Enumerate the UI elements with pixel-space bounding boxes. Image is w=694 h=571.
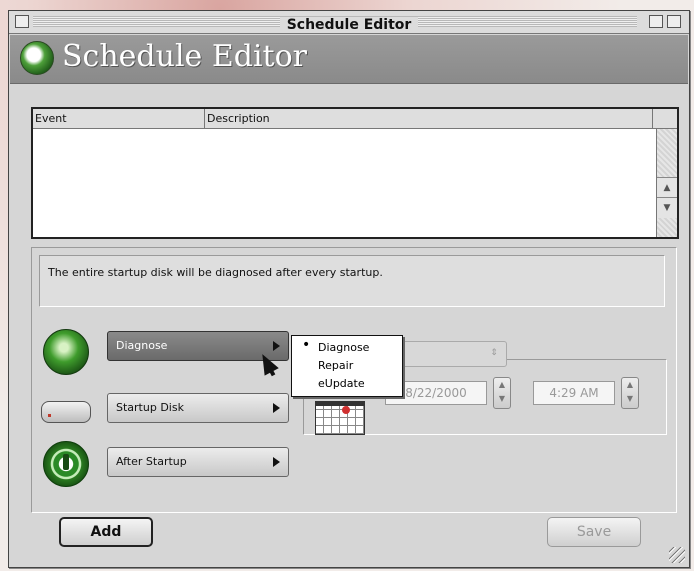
power-icon xyxy=(43,441,89,487)
diagnose-stethoscope-icon xyxy=(43,329,89,375)
alarm-clock-icon xyxy=(20,41,54,75)
when-popup[interactable]: After Startup xyxy=(107,447,289,477)
schedule-description: The entire startup disk will be diagnose… xyxy=(39,255,665,307)
menu-check-mark-icon: • xyxy=(302,337,311,353)
column-header-corner xyxy=(653,109,677,129)
window-title: Schedule Editor xyxy=(9,14,689,33)
scroll-up-arrow-icon[interactable]: ▲ xyxy=(657,177,677,198)
popup-arrow-icon xyxy=(273,457,280,467)
frequency-popup[interactable]: ⇕ xyxy=(401,341,507,367)
table-scrollbar[interactable]: ▲ ▼ xyxy=(656,129,677,237)
save-button[interactable]: Save xyxy=(547,517,641,547)
target-popup-label: Startup Disk xyxy=(116,401,184,414)
time-field[interactable]: 4:29 AM xyxy=(533,381,615,405)
column-header-description[interactable]: Description xyxy=(205,109,653,129)
action-popup-menu: • Diagnose Repair eUpdate xyxy=(291,335,403,397)
header-title: Schedule Editor xyxy=(62,39,307,74)
event-table: Event Description ▲ ▼ xyxy=(31,107,679,239)
action-popup-label: Diagnose xyxy=(116,339,168,352)
add-button[interactable]: Add xyxy=(59,517,153,547)
target-popup[interactable]: Startup Disk xyxy=(107,393,289,423)
title-bar[interactable]: Schedule Editor xyxy=(9,11,689,34)
date-stepper[interactable]: ▲ ▼ xyxy=(493,377,511,409)
header-banner: Schedule Editor xyxy=(10,35,688,84)
popup-arrow-icon xyxy=(273,341,280,351)
menu-item-diagnose[interactable]: Diagnose xyxy=(318,340,369,356)
column-header-event[interactable]: Event xyxy=(33,109,205,129)
updown-arrows-icon: ⇕ xyxy=(490,348,498,358)
when-popup-label: After Startup xyxy=(116,455,187,468)
calendar-icon xyxy=(315,401,365,435)
menu-item-eupdate[interactable]: eUpdate xyxy=(318,376,365,392)
scroll-down-arrow-icon[interactable]: ▼ xyxy=(657,197,677,218)
resize-grip-icon[interactable] xyxy=(669,547,685,563)
schedule-editor-window: Schedule Editor Schedule Editor Event De… xyxy=(8,10,690,568)
time-stepper[interactable]: ▲ ▼ xyxy=(621,377,639,409)
hard-disk-icon xyxy=(41,401,91,423)
popup-arrow-icon xyxy=(273,403,280,413)
menu-item-repair[interactable]: Repair xyxy=(318,358,353,374)
